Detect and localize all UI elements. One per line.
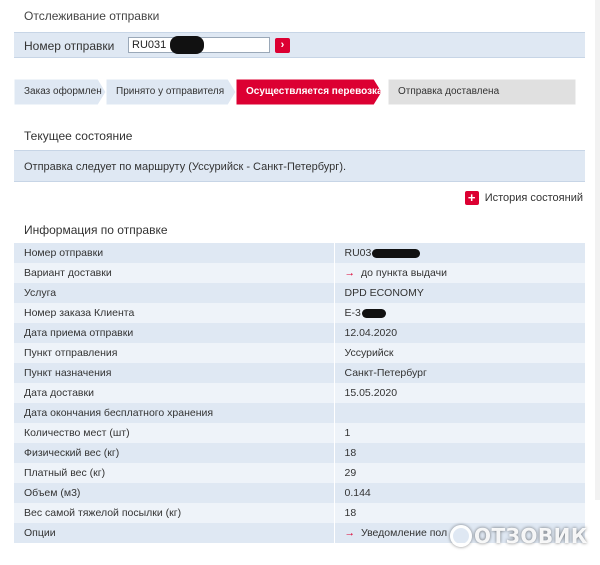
- info-row-value-cell: Уссурийск: [333, 343, 585, 363]
- info-row-value-cell: RU03: [333, 243, 585, 263]
- progress-steps: Заказ оформлен Принято у отправителя Осуще…: [14, 79, 576, 105]
- info-row: Вариант доставки → до пункта выдачи: [14, 263, 585, 283]
- info-row-value: Е-3: [344, 307, 361, 319]
- info-row: Пункт назначения Санкт-Петербург: [14, 363, 585, 383]
- info-row-label: Объем (м3): [14, 483, 334, 503]
- status-box: Отправка следует по маршруту (Уссурийск …: [14, 150, 585, 182]
- tracking-form: Номер отправки ›: [14, 32, 585, 58]
- watermark-logo-icon: [450, 525, 472, 547]
- info-row-label: Услуга: [14, 283, 334, 303]
- info-row-value: DPD ECONOMY: [344, 287, 424, 299]
- info-row-value: RU03: [344, 247, 372, 259]
- info-row: Услуга DPD ECONOMY: [14, 283, 585, 303]
- info-row-label: Физический вес (кг): [14, 443, 334, 463]
- info-table: Номер отправки RU03 Вариант доставки → до пу…: [14, 243, 585, 543]
- info-row-label: Номер заказа Клиента: [14, 303, 334, 323]
- chevron-right-icon: ›: [280, 39, 285, 51]
- info-row-value: 18: [344, 507, 357, 519]
- page-title: Отслеживание отправки: [24, 9, 160, 23]
- info-row: Количество мест (шт) 1: [14, 423, 585, 443]
- info-row: Физический вес (кг) 18: [14, 443, 585, 463]
- arrow-right-icon: →: [344, 527, 356, 539]
- info-row: Платный вес (кг) 29: [14, 463, 585, 483]
- info-row-value-cell: 12.04.2020: [333, 323, 585, 343]
- info-row-value: до пункта выдачи: [361, 267, 447, 279]
- info-row: Дата доставки 15.05.2020: [14, 383, 585, 403]
- info-row-value-cell: [333, 403, 585, 423]
- info-section-title: Информация по отправке: [24, 223, 168, 237]
- info-row-label: Номер отправки: [14, 243, 334, 263]
- info-row-value: Уведомление пол: [361, 527, 448, 539]
- info-row-label: Пункт отправления: [14, 343, 334, 363]
- info-row-label: Пункт назначения: [14, 363, 334, 383]
- info-row-value-cell: 18: [333, 443, 585, 463]
- status-section-title: Текущее состояние: [24, 129, 133, 143]
- info-row: Вес самой тяжелой посылки (кг) 18: [14, 503, 585, 523]
- step-label: Осуществляется перевозка: [246, 86, 383, 97]
- info-row-label: Дата окончания бесплатного хранения: [14, 403, 334, 423]
- step-3: Осуществляется перевозка: [236, 79, 383, 105]
- redaction-mark: [361, 308, 386, 318]
- step-1: Заказ оформлен: [14, 79, 106, 105]
- info-row-label: Дата доставки: [14, 383, 334, 403]
- step-label: Заказ оформлен: [24, 86, 102, 97]
- info-row-value-cell: DPD ECONOMY: [333, 283, 585, 303]
- info-row: Дата приема отправки 12.04.2020: [14, 323, 585, 343]
- info-row-value: Санкт-Петербург: [344, 367, 427, 379]
- info-row: Пункт отправления Уссурийск: [14, 343, 585, 363]
- info-row-value-cell: 1: [333, 423, 585, 443]
- info-row-value-cell: 0.144: [333, 483, 585, 503]
- info-row-value: 18: [344, 447, 357, 459]
- page-edge: [595, 0, 600, 500]
- info-row-value: 15.05.2020: [344, 387, 398, 399]
- info-row-label: Дата приема отправки: [14, 323, 334, 343]
- info-row-label: Платный вес (кг): [14, 463, 334, 483]
- redaction-mark: [170, 36, 204, 54]
- info-row-label: Количество мест (шт): [14, 423, 334, 443]
- info-row: Объем (м3) 0.144: [14, 483, 585, 503]
- info-row-value: 29: [344, 467, 357, 479]
- watermark: ОТЗОВИК: [450, 524, 588, 548]
- step-4: Отправка доставлена: [388, 79, 576, 105]
- step-label: Отправка доставлена: [398, 86, 500, 97]
- info-row-label: Вариант доставки: [14, 263, 334, 283]
- redaction-mark: [372, 248, 421, 258]
- status-text: Отправка следует по маршруту (Уссурийск …: [24, 161, 347, 173]
- info-row: Дата окончания бесплатного хранения: [14, 403, 585, 423]
- info-row-value-cell: 29: [333, 463, 585, 483]
- info-row-value-cell: 15.05.2020: [333, 383, 585, 403]
- info-row-value-cell: Е-3: [333, 303, 585, 323]
- step-2: Принято у отправителя: [106, 79, 236, 105]
- info-row: Номер отправки RU03: [14, 243, 585, 263]
- watermark-text: ОТЗОВИК: [474, 524, 588, 548]
- history-link[interactable]: + История состояний: [464, 191, 583, 205]
- history-link-label: История состояний: [484, 192, 583, 204]
- arrow-right-icon: →: [344, 267, 356, 279]
- info-row-label: Опции: [14, 523, 334, 543]
- plus-icon: +: [464, 191, 479, 205]
- info-row: Номер заказа Клиента Е-3: [14, 303, 585, 323]
- tracking-label: Номер отправки: [24, 39, 115, 53]
- info-row-value: 1: [344, 427, 351, 439]
- info-row-value: 0.144: [344, 487, 371, 499]
- info-row-value: Уссурийск: [344, 347, 394, 359]
- info-row-value-cell: → до пункта выдачи: [333, 263, 585, 283]
- search-button[interactable]: ›: [275, 38, 290, 53]
- info-row-value-cell: 18: [333, 503, 585, 523]
- info-row-label: Вес самой тяжелой посылки (кг): [14, 503, 334, 523]
- info-row-value-cell: Санкт-Петербург: [333, 363, 585, 383]
- info-row-value: 12.04.2020: [344, 327, 398, 339]
- step-label: Принято у отправителя: [116, 86, 225, 97]
